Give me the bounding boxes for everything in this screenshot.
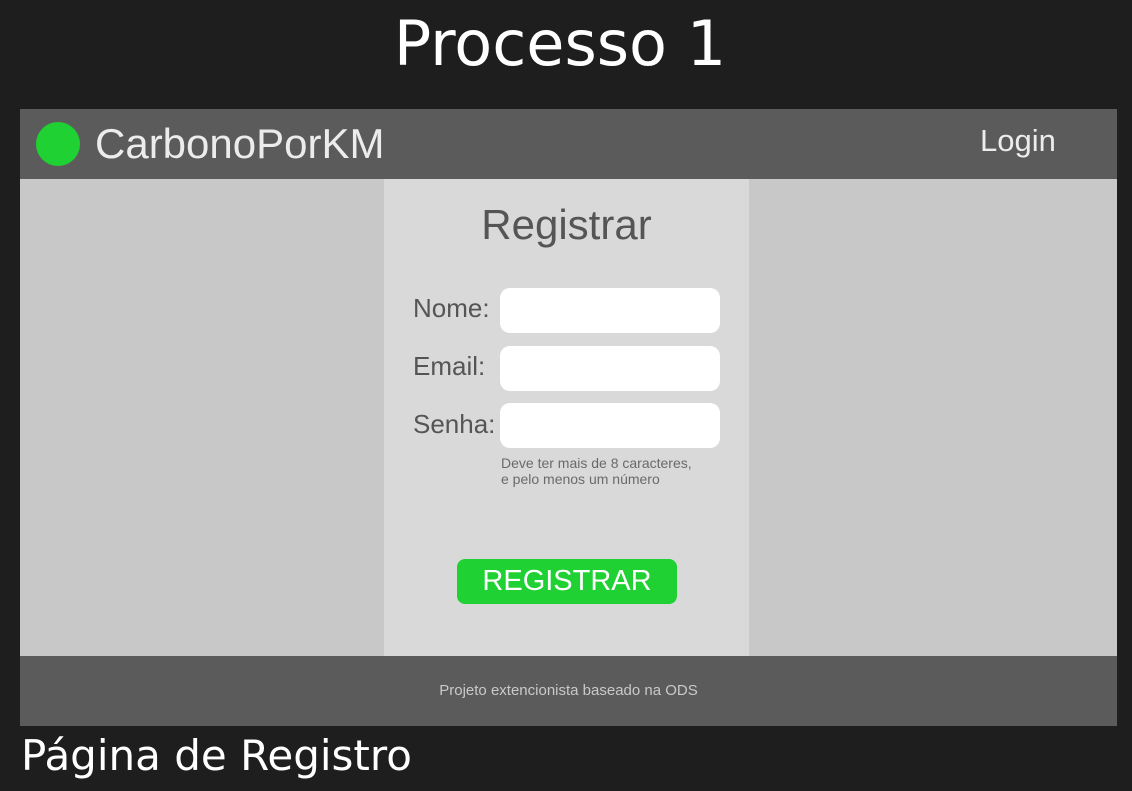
name-input[interactable] [500, 288, 720, 333]
logo-icon [36, 122, 80, 166]
password-input[interactable] [500, 403, 720, 448]
footer-text: Projeto extencionista baseado na ODS [439, 682, 698, 699]
password-hint: Deve ter mais de 8 caracteres, e pelo me… [501, 455, 741, 487]
process-title: Processo 1 [393, 7, 727, 80]
password-hint-line: Deve ter mais de 8 caracteres, [501, 455, 692, 471]
name-label: Nome: [413, 293, 490, 323]
email-input[interactable] [500, 346, 720, 391]
register-button[interactable]: REGISTRAR [457, 559, 677, 604]
login-link[interactable]: Login [980, 121, 1056, 161]
register-title: Registrar [481, 201, 652, 248]
mockup-frame: CarbonoPorKM Login Registrar Nome: Email… [20, 109, 1117, 726]
navbar: CarbonoPorKM Login [20, 109, 1117, 179]
email-label: Email: [413, 351, 486, 381]
footer: Projeto extencionista baseado na ODS [20, 656, 1117, 726]
password-label: Senha: [413, 409, 496, 439]
brand-name: CarbonoPorKM [95, 120, 385, 167]
page-caption: Página de Registro [21, 731, 412, 780]
password-hint-line: e pelo menos um número [501, 471, 660, 487]
register-panel: Registrar Nome: Email: Senha: Deve ter m… [384, 179, 749, 656]
